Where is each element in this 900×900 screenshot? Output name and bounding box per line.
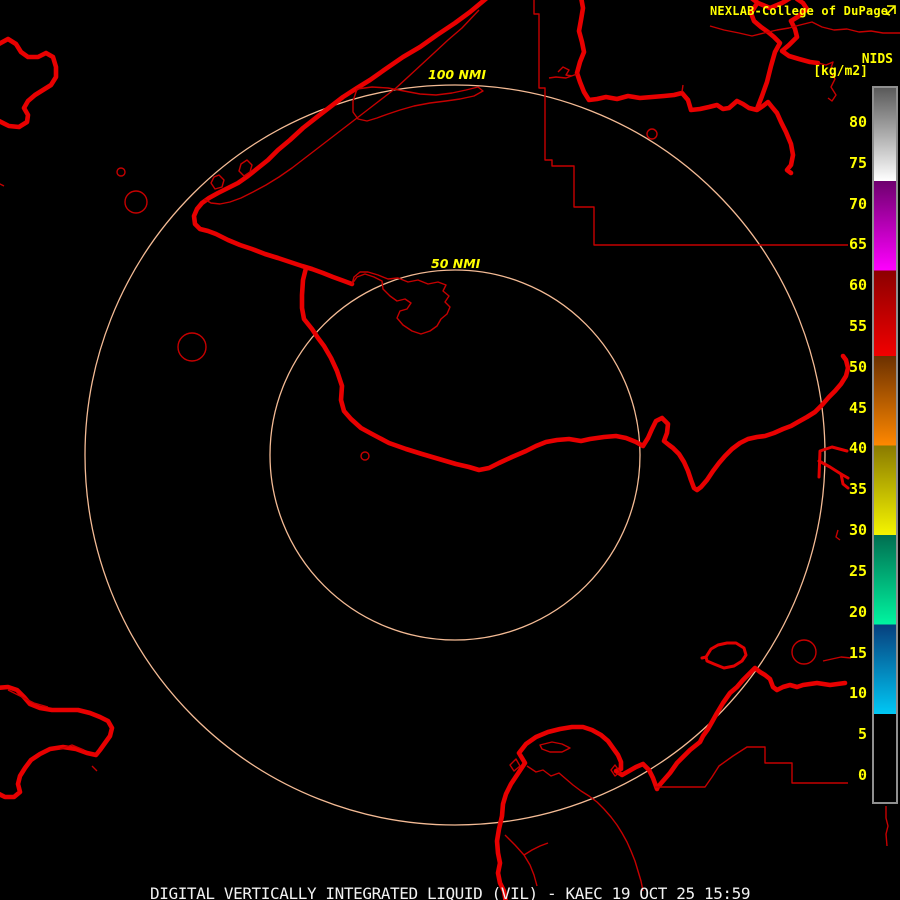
colorbar-tick-40: 40 xyxy=(848,439,867,458)
island-east xyxy=(700,641,748,670)
landmass-south xyxy=(494,724,660,900)
landmass-river xyxy=(526,765,644,892)
inner-ring-label: 50 NMI xyxy=(431,256,481,271)
colorbar-tick-0: 0 xyxy=(857,766,867,785)
colorbar xyxy=(872,86,898,804)
colorbar-tick-35: 35 xyxy=(848,480,867,499)
product-title: DIGITAL VERTICALLY INTEGRATED LIQUID (VI… xyxy=(150,884,751,900)
open-in-new-icon[interactable] xyxy=(883,4,897,18)
islet-1 xyxy=(116,167,126,177)
coastline-central xyxy=(299,265,851,493)
colorbar-tick-60: 60 xyxy=(848,276,867,295)
coastline-southeast xyxy=(654,665,848,791)
islet-3 xyxy=(177,332,207,362)
islet-5 xyxy=(791,639,817,665)
east-fork xyxy=(817,445,850,490)
radar-viewport: NEXLAB-College of DuPage NIDS [kg/m2] 10… xyxy=(0,0,900,900)
colorbar-tick-50: 50 xyxy=(848,357,867,376)
ne-spit-details xyxy=(548,66,684,93)
landmass-wishbone xyxy=(504,834,549,887)
colorbar-tick-80: 80 xyxy=(848,112,867,131)
colorbar-tick-30: 30 xyxy=(848,521,867,540)
colorbar-tick-70: 70 xyxy=(848,194,867,213)
colorbar-tick-15: 15 xyxy=(848,643,867,662)
coastline-bay-detail xyxy=(351,271,451,335)
left-edge-dash xyxy=(0,183,5,187)
lagoon-loop-2 xyxy=(210,174,225,190)
colorbar-tick-45: 45 xyxy=(848,398,867,417)
units-label: [kg/m2] xyxy=(813,64,868,79)
brand-link[interactable]: NEXLAB-College of DuPage xyxy=(710,4,888,18)
bottom-right-line xyxy=(885,806,889,847)
coastline-northwest xyxy=(191,0,488,287)
east-hook xyxy=(835,529,841,541)
ne-branch xyxy=(754,40,783,112)
outer-ring-label: 100 NMI xyxy=(428,67,486,82)
island-southwest xyxy=(0,684,115,800)
map-outlines xyxy=(0,0,900,900)
island-northwest xyxy=(0,36,59,130)
colorbar-tick-20: 20 xyxy=(848,602,867,621)
colorbar-tick-25: 25 xyxy=(848,561,867,580)
east-shore-line xyxy=(822,656,852,662)
radar-map-canvas xyxy=(0,0,900,900)
islet-4 xyxy=(360,451,370,461)
ne-top-squiggle xyxy=(709,21,900,37)
cape-outline xyxy=(352,86,484,122)
colorbar-tick-75: 75 xyxy=(848,153,867,172)
colorbar-tick-65: 65 xyxy=(848,235,867,254)
colorbar-tick-55: 55 xyxy=(848,317,867,336)
colorbar-tick-10: 10 xyxy=(848,684,867,703)
island-sw-detail xyxy=(7,689,98,772)
inner-range-ring xyxy=(269,269,641,641)
colorbar-tick-5: 5 xyxy=(857,725,867,744)
islet-2 xyxy=(124,190,148,214)
islet-6 xyxy=(646,128,658,140)
landmass-lagoon xyxy=(539,741,571,753)
